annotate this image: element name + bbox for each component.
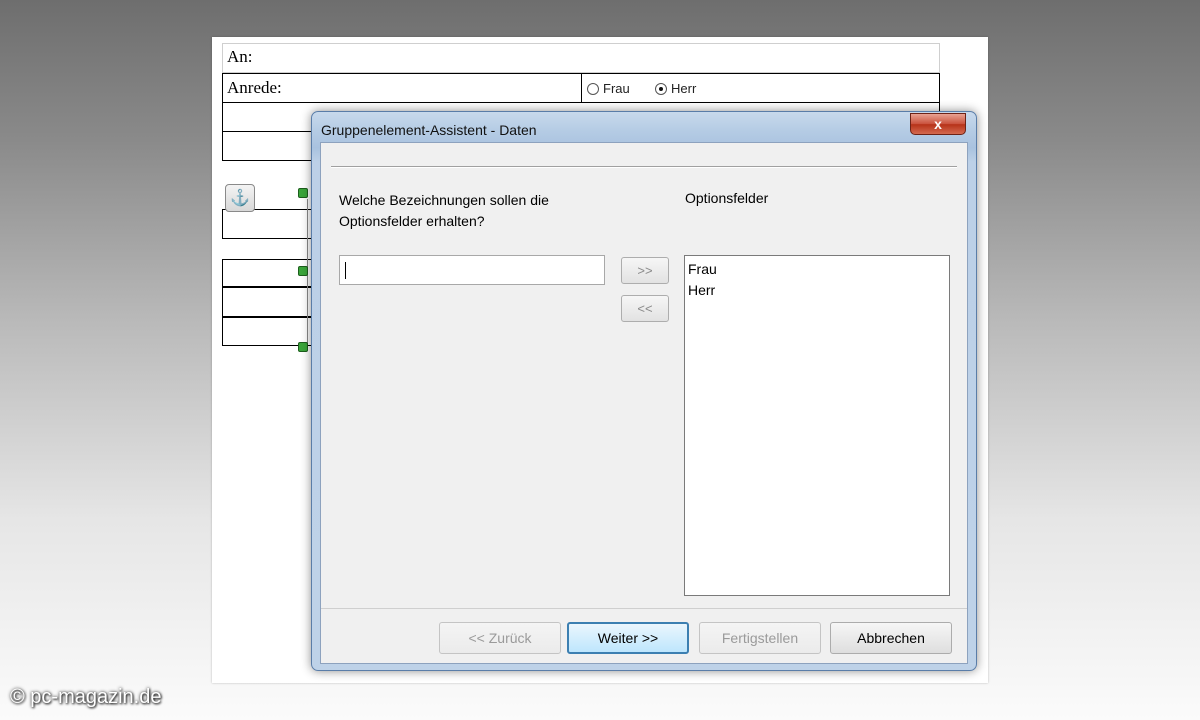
anchor-icon[interactable]: ⚓ bbox=[225, 184, 255, 212]
remove-option-label: << bbox=[637, 301, 653, 316]
anrede-options-cell: Frau Herr bbox=[581, 73, 940, 103]
anrede-label: Anrede: bbox=[227, 78, 282, 97]
close-icon: x bbox=[934, 116, 942, 132]
dialog-title: Gruppenelement-Assistent - Daten bbox=[321, 122, 537, 138]
next-button-label: Weiter >> bbox=[597, 630, 659, 646]
back-button[interactable]: << Zurück bbox=[439, 622, 561, 654]
radio-herr-circle[interactable] bbox=[655, 82, 667, 95]
anrede-label-cell: Anrede: bbox=[222, 73, 582, 103]
question-label: Welche Bezeichnungen sollen die Optionsf… bbox=[339, 192, 549, 229]
divider bbox=[331, 166, 957, 168]
finish-button-label: Fertigstellen bbox=[721, 630, 799, 646]
text-caret bbox=[345, 262, 346, 279]
option-name-input[interactable] bbox=[339, 255, 605, 285]
option-fields-list[interactable]: Frau Herr bbox=[684, 255, 950, 596]
dialog-body: Welche Bezeichnungen sollen die Optionsf… bbox=[320, 142, 968, 664]
radio-herr[interactable]: Herr bbox=[655, 81, 696, 96]
remove-option-button[interactable]: << bbox=[621, 295, 669, 322]
add-option-label: >> bbox=[637, 263, 653, 278]
selection-handle[interactable] bbox=[298, 266, 308, 276]
footer-divider bbox=[321, 608, 967, 609]
back-button-label: << Zurück bbox=[468, 630, 532, 646]
finish-button[interactable]: Fertigstellen bbox=[699, 622, 821, 654]
table-row bbox=[222, 287, 312, 317]
radio-frau[interactable]: Frau bbox=[587, 81, 630, 96]
close-button[interactable]: x bbox=[910, 113, 966, 135]
selection-handle[interactable] bbox=[298, 188, 308, 198]
selection-handle[interactable] bbox=[298, 342, 308, 352]
cancel-button[interactable]: Abbrechen bbox=[830, 622, 952, 654]
radio-herr-label: Herr bbox=[671, 81, 697, 96]
radio-frau-label: Frau bbox=[603, 81, 630, 96]
option-fields-label: Optionsfelder bbox=[685, 190, 769, 206]
list-item[interactable]: Frau bbox=[687, 259, 947, 280]
list-item[interactable]: Herr bbox=[687, 280, 947, 301]
table-row bbox=[222, 209, 312, 239]
cancel-button-label: Abbrechen bbox=[857, 630, 925, 646]
add-option-button[interactable]: >> bbox=[621, 257, 669, 284]
watermark: © pc-magazin.de bbox=[10, 686, 162, 708]
next-button[interactable]: Weiter >> bbox=[567, 622, 689, 654]
radio-frau-circle[interactable] bbox=[587, 82, 599, 95]
group-element-wizard-dialog: Gruppenelement-Assistent - Daten x Welch… bbox=[311, 111, 977, 671]
an-field[interactable]: An: bbox=[222, 43, 940, 73]
an-label: An: bbox=[227, 47, 253, 66]
